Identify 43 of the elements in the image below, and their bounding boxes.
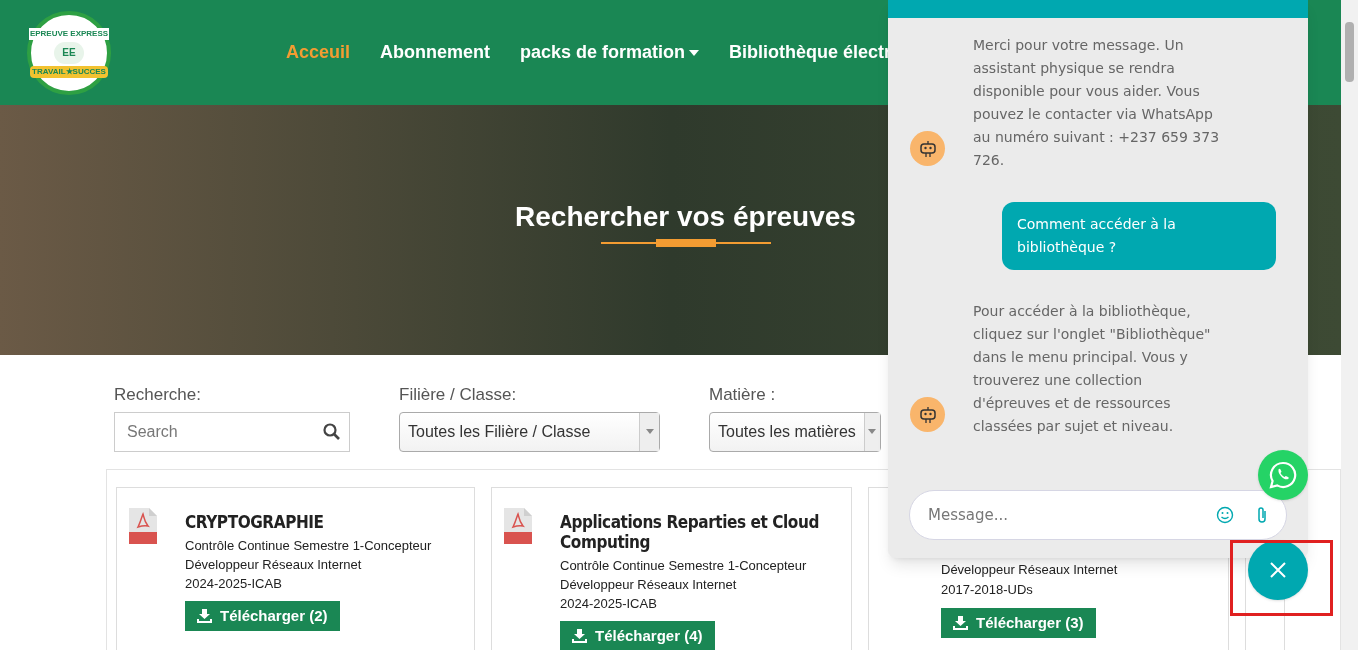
bot-message: Merci pour votre message. Un assistant physique se rendra disponible pour vous aider. Vous pouvez le contacter via WhatsApp au numéro suivant : +237 659 373 726. [973, 36, 1221, 170]
bot-message: Pour accéder à la bibliothèque, cliquez sur l'onglet "Bibliothèque" dans le menu principal. Vous y trouverez une collection d'épreuves et de ressources classées par sujet et niveau. [973, 302, 1212, 436]
document-detail: 2024-2025-ICAB [185, 574, 283, 593]
site-logo[interactable]: EPREUVE EXPRESS EE TRAVAIL★SUCCES [27, 10, 111, 95]
search-field[interactable]: Search [114, 411, 350, 452]
document-detail: Développeur Réseaux Internet [941, 560, 1119, 579]
filter-label: Matière : [709, 384, 777, 406]
caret-icon [868, 429, 877, 434]
pdf-file-icon [129, 507, 157, 544]
filter-label: Filière / Classe: [399, 384, 518, 406]
bot-avatar-icon [910, 397, 945, 432]
caret-icon [645, 429, 654, 434]
document-detail: Contrôle Continue Semestre 1-Concepteur [185, 536, 432, 555]
page-scrollbar[interactable] [1341, 0, 1358, 650]
hero-title: Rechercher vos épreuves [515, 200, 856, 234]
download-icon [953, 615, 968, 630]
document-detail: Contrôle Continue Semestre 1-Concepteur [560, 556, 808, 575]
user-message: Comment accéder à la bibliothèque ? [1002, 202, 1276, 270]
pdf-file-icon [504, 507, 532, 544]
select-dropdown[interactable]: Toutes les matières [709, 411, 881, 452]
attachment-icon[interactable] [1255, 506, 1269, 524]
download-button[interactable]: Télécharger (2) [185, 600, 340, 631]
caret-icon [689, 49, 700, 56]
download-icon [572, 628, 587, 643]
download-button[interactable]: Télécharger (4) [560, 620, 715, 650]
document-detail: Développeur Réseaux Internet [560, 575, 738, 594]
message-field[interactable]: Message... [909, 490, 1287, 540]
nav-link[interactable]: Abonnement [380, 39, 491, 66]
document-title: Applications Reparties et Cloud Computing [560, 511, 820, 552]
select-dropdown[interactable]: Toutes les Filière / Classe [399, 411, 660, 452]
document-detail: 2024-2025-ICAB [560, 594, 658, 613]
close-icon [1270, 562, 1286, 578]
filter-label: Recherche: [114, 384, 202, 406]
nav-link[interactable]: packs de formation [520, 39, 700, 66]
whatsapp-icon [1268, 460, 1298, 490]
document-detail: Développeur Réseaux Internet [185, 555, 363, 574]
download-button[interactable]: Télécharger (3) [941, 607, 1096, 638]
download-icon [197, 608, 212, 623]
bot-avatar-icon [910, 131, 945, 166]
document-title: CRYPTOGRAPHIE [185, 511, 325, 532]
document-detail: 2017-2018-UDs [941, 580, 1034, 599]
search-icon[interactable] [323, 422, 340, 440]
emoji-icon[interactable] [1216, 506, 1234, 524]
